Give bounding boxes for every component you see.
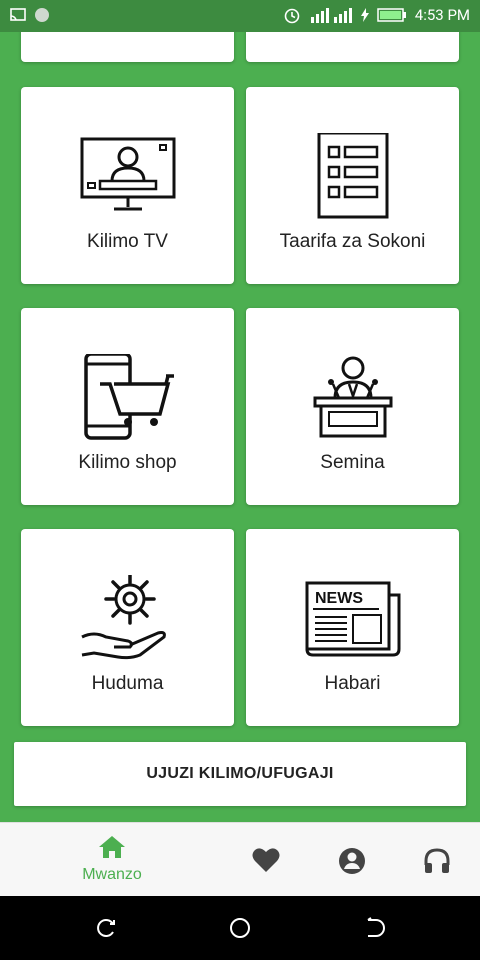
home-icon xyxy=(99,836,125,858)
tile-semina[interactable]: Semina xyxy=(246,308,459,505)
nav-home[interactable]: Mwanzo xyxy=(74,835,150,884)
main-content[interactable]: Kilimo TV Taarifa za Sokoni Kilimo shop xyxy=(0,32,480,822)
ujuzi-kilimo-label: UJUZI KILIMO/UFUGAJI xyxy=(146,765,334,782)
tile-huduma[interactable]: Huduma xyxy=(21,529,234,726)
tile-label: Kilimo TV xyxy=(87,231,168,252)
home-button-icon[interactable] xyxy=(228,916,252,940)
tile-label: Huduma xyxy=(91,673,164,694)
alarm-icon xyxy=(284,8,300,24)
system-nav-bar xyxy=(0,896,480,960)
market-list-icon xyxy=(317,133,388,219)
heart-icon xyxy=(252,848,280,872)
recent-apps-icon[interactable] xyxy=(95,916,119,940)
tile-taarifa-za-sokoni[interactable]: Taarifa za Sokoni xyxy=(246,87,459,284)
status-dot-icon xyxy=(35,8,49,22)
nav-home-label: Mwanzo xyxy=(82,866,142,883)
tile-label: Habari xyxy=(324,673,381,694)
nav-profile[interactable] xyxy=(338,847,366,880)
status-bar: 4:53 PM xyxy=(0,0,480,32)
partial-card-right[interactable] xyxy=(246,32,459,62)
speaker-podium-icon xyxy=(313,356,392,438)
newspaper-icon: NEWS xyxy=(305,581,400,657)
tile-label: Kilimo shop xyxy=(78,452,177,473)
battery-icon xyxy=(377,8,406,22)
cast-icon xyxy=(10,8,26,21)
tile-kilimo-tv[interactable]: Kilimo TV xyxy=(21,87,234,284)
gear-hand-icon xyxy=(80,575,166,660)
tile-label: Taarifa za Sokoni xyxy=(279,231,426,252)
tile-kilimo-shop[interactable]: Kilimo shop xyxy=(21,308,234,505)
tile-habari[interactable]: NEWS Habari xyxy=(246,529,459,726)
svg-text:NEWS: NEWS xyxy=(315,590,363,607)
signal-icon xyxy=(310,8,352,23)
nav-support[interactable] xyxy=(423,847,451,880)
back-icon[interactable] xyxy=(362,916,386,940)
tv-person-icon xyxy=(80,137,175,211)
partial-card-left[interactable] xyxy=(21,32,234,62)
status-time: 4:53 PM xyxy=(414,6,470,24)
charging-icon xyxy=(360,8,369,22)
nav-favorites[interactable] xyxy=(252,847,280,878)
mobile-cart-icon xyxy=(83,354,174,440)
tile-label: Semina xyxy=(320,452,385,473)
ujuzi-kilimo-button[interactable]: UJUZI KILIMO/UFUGAJI xyxy=(14,742,466,806)
headphones-icon xyxy=(424,848,450,873)
profile-icon xyxy=(339,848,365,874)
bottom-nav: Mwanzo xyxy=(0,822,480,897)
